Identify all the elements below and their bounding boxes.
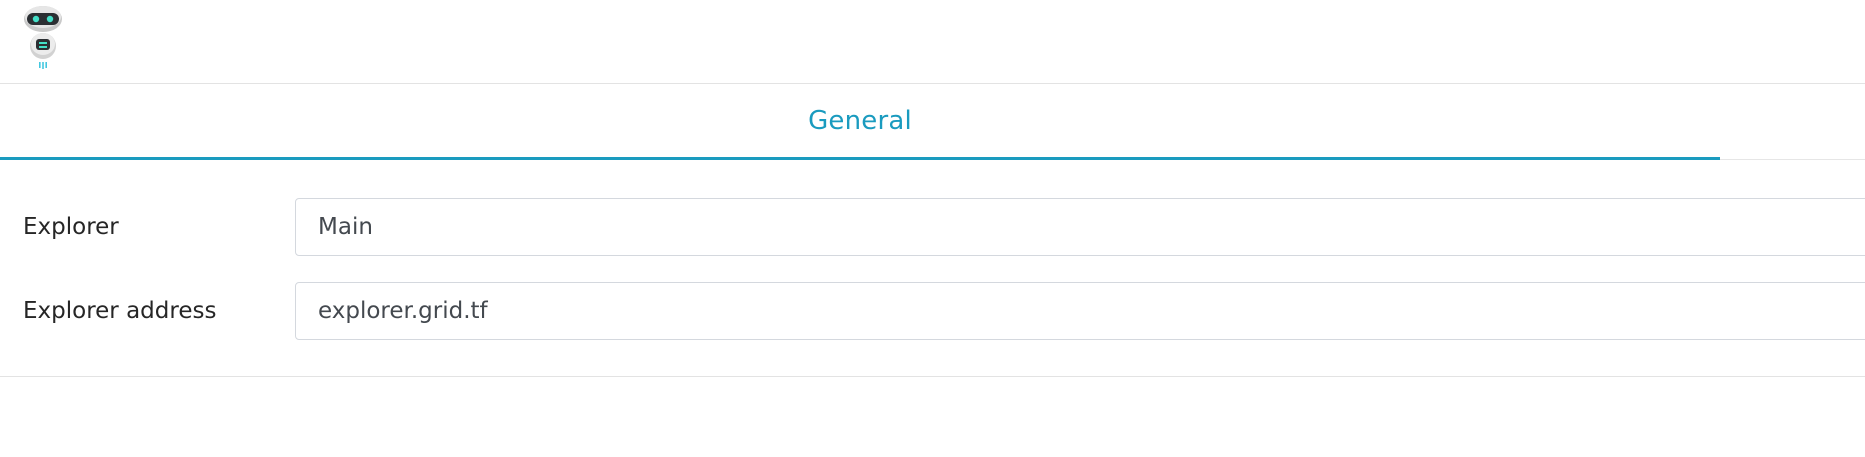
explorer-row: Explorer bbox=[0, 198, 1865, 256]
explorer-field[interactable] bbox=[295, 198, 1865, 256]
tab-bar: General bbox=[0, 85, 1865, 160]
top-bar bbox=[0, 0, 1865, 84]
tab-general[interactable]: General bbox=[0, 85, 1720, 160]
explorer-address-row: Explorer address bbox=[0, 282, 1865, 340]
robot-logo-icon bbox=[22, 4, 64, 70]
explorer-address-input[interactable] bbox=[296, 283, 1865, 339]
explorer-address-label: Explorer address bbox=[23, 298, 217, 324]
explorer-address-field[interactable] bbox=[295, 282, 1865, 340]
tab-general-label: General bbox=[808, 106, 912, 136]
explorer-input[interactable] bbox=[296, 199, 1865, 255]
settings-form: Explorer Explorer address bbox=[0, 160, 1865, 377]
explorer-label: Explorer bbox=[23, 214, 119, 240]
